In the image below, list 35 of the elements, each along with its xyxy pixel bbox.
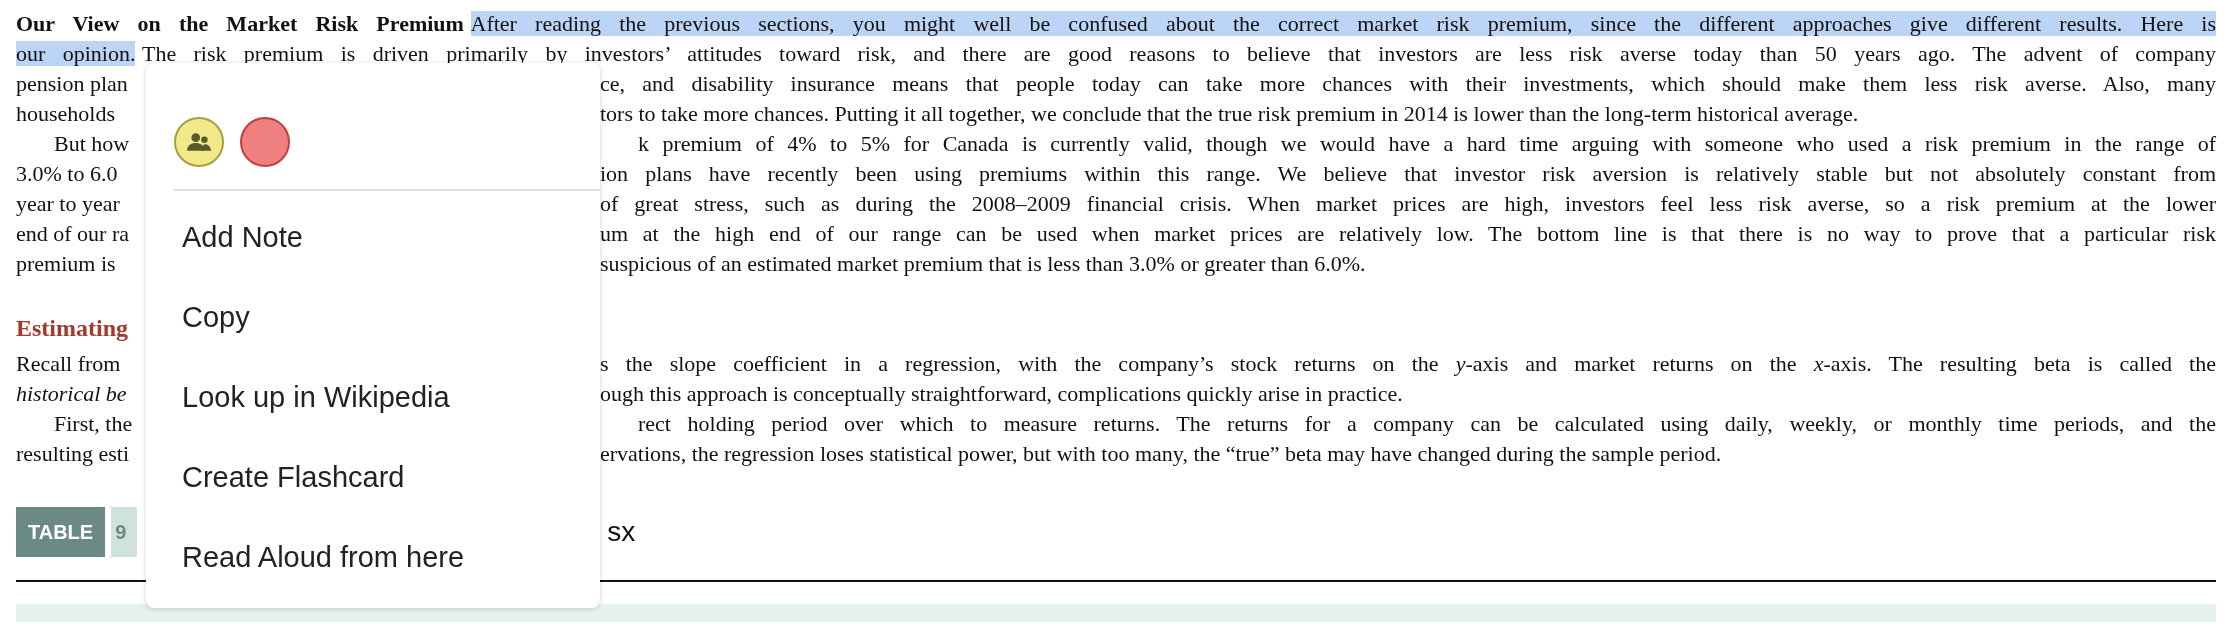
text-line: premium is: [16, 250, 117, 278]
menu-item[interactable]: Read Aloud from here: [146, 517, 600, 597]
text-line: k premium of 4% to 5% for Canada is currently valid, though we would have a hard time arguing with someone who used a risk premium in the range of: [638, 130, 2216, 158]
text-line: of great stress, such as during the 2008–2009 financial crisis. When market prices are high, investors feel less risk averse, so a risk premium at the lower: [600, 190, 2216, 218]
text-line: Recall from: [16, 350, 122, 378]
menu-item[interactable]: Add Note: [146, 197, 600, 277]
text-line: end of our ra: [16, 220, 130, 248]
text-line: ervations, the regression loses statistical power, but with too many, the “true” beta may have changed during the sample period.: [600, 440, 1723, 468]
text-line: rect holding period over which to measure returns. The returns for a company can be calculated using daily, weekly, or monthly time periods, and the: [638, 410, 2216, 438]
text-line: s the slope coefficient in a regression, with the company’s stock returns on the y-axis and market returns on the x-axis. The resulting beta is called the: [600, 350, 2216, 378]
menu-item[interactable]: Create Flashcard: [146, 437, 600, 517]
text-line: ough this approach is conceptually straightforward, complications quickly arise in practice.: [600, 380, 1404, 408]
text-line: First, the: [53, 410, 134, 438]
text-line: um at the high end of our range can be used when market prices are relatively low. The bottom line is that there is no way to prove that a particular risk: [600, 220, 2216, 248]
text-line: year to year: [16, 190, 121, 218]
section-heading: Estimating: [16, 314, 128, 343]
table-title: sx: [607, 516, 636, 548]
text-line: resulting esti: [16, 440, 131, 468]
text-line: suspicious of an estimated market premium that is less than 3.0% or greater than 6.0%.: [600, 250, 1367, 278]
text-line: 3.0% to 6.0: [16, 160, 119, 188]
text-line: ce, and disability insurance means that people today can take more chances with their investments, which should make them less risk averse. Also, many: [600, 70, 2216, 98]
menu-item[interactable]: Look up in Wikipedia: [146, 357, 600, 437]
text-line: tors to take more chances. Putting it all together, we conclude that the true risk premium in 2014 is lower than the long-term historical average.: [600, 100, 1860, 128]
text-line: But how: [53, 130, 131, 158]
highlight-color-swatch[interactable]: [240, 117, 290, 167]
table-label: TABLE: [16, 507, 106, 557]
highlight-color-swatch[interactable]: [174, 117, 224, 167]
text-line: households: [16, 100, 116, 128]
people-icon: [186, 131, 212, 153]
text-line: historical be: [16, 380, 128, 408]
text-line: ion plans have recently been using premiums within this range. We believe that investor risk aversion is relatively stable but not absolutely constant from: [600, 160, 2216, 188]
text-line: pension plan: [16, 70, 129, 98]
menu-item[interactable]: Copy: [146, 277, 600, 357]
table-number: 9: [111, 507, 138, 557]
text-line: Our View on the Market Risk Premium After reading the previous sections, you might well be confused about the correct market risk premium, since the different approaches give different results. Here is: [16, 10, 2216, 38]
